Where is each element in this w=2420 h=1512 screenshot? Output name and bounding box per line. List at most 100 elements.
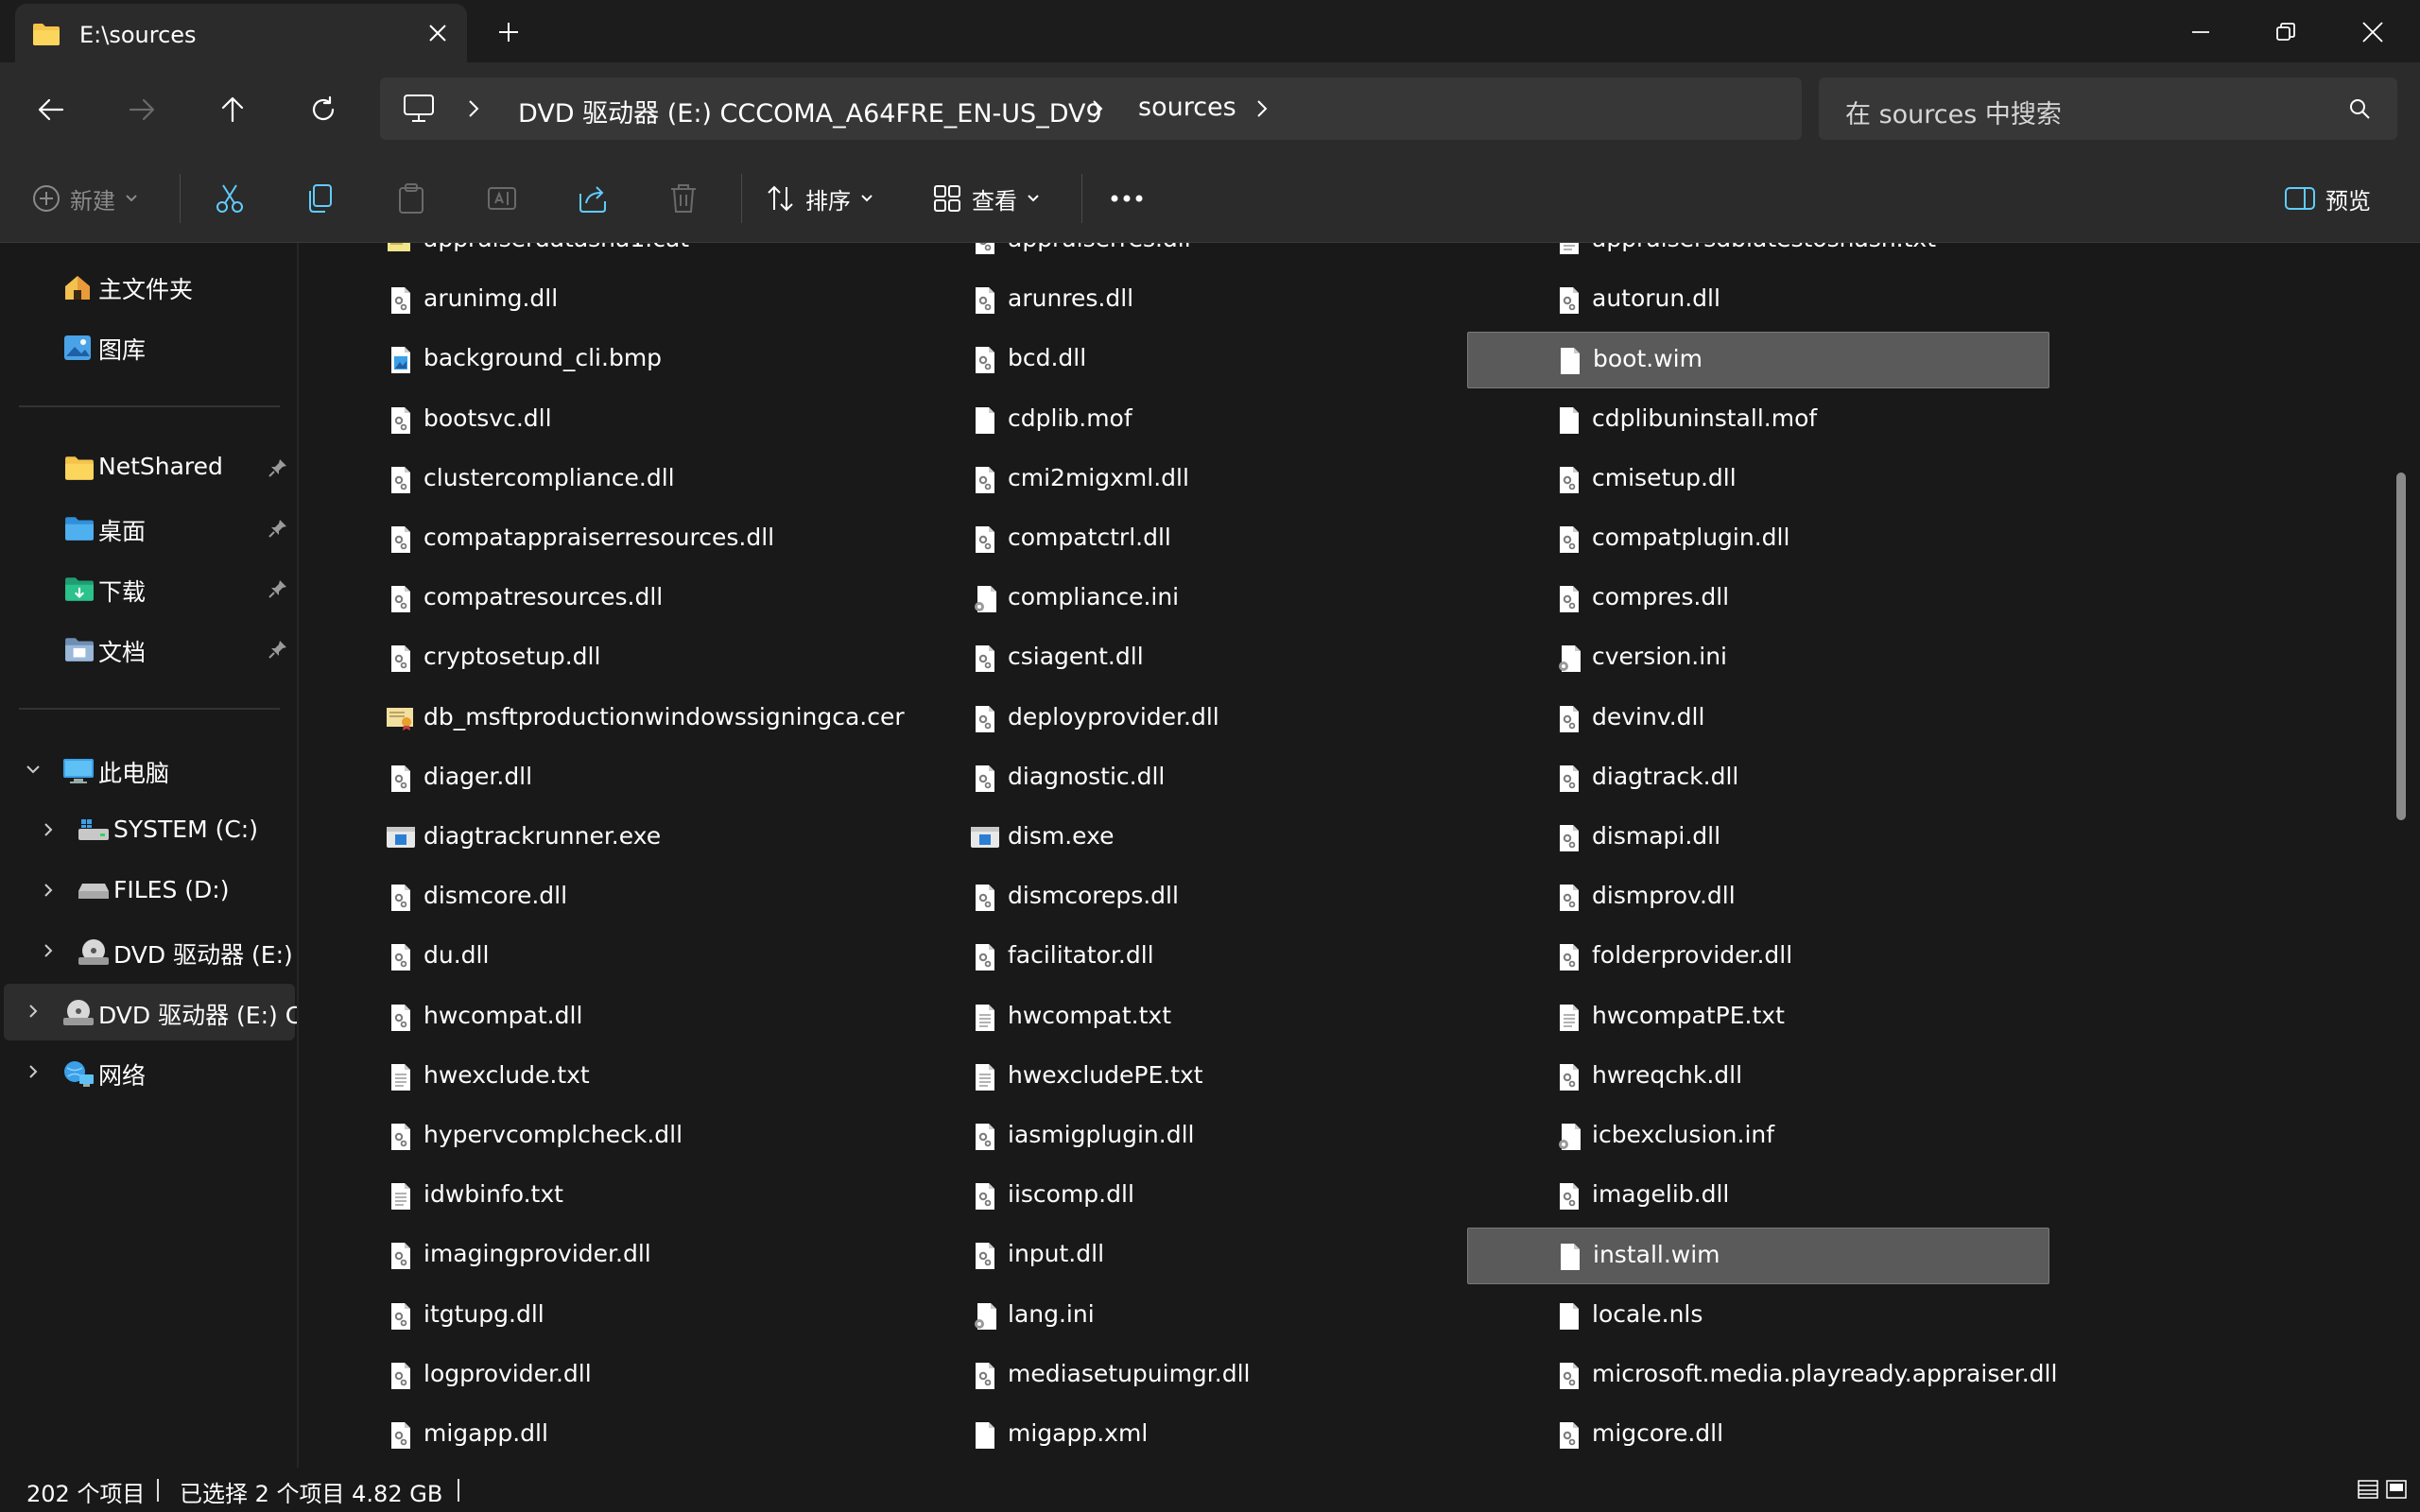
rename-button[interactable]	[486, 180, 518, 217]
file-item[interactable]: diagtrackrunner.exe	[299, 810, 881, 867]
view-button[interactable]: 查看	[932, 180, 1040, 217]
file-item[interactable]: dismcore.dll	[299, 869, 881, 926]
file-item[interactable]: diager.dll	[299, 750, 881, 807]
up-button[interactable]	[212, 89, 253, 130]
file-item[interactable]: compres.dll	[1467, 571, 2049, 627]
search-icon[interactable]	[2348, 97, 2371, 120]
file-item[interactable]: install.wim	[1467, 1228, 2049, 1284]
file-item[interactable]: dismcoreps.dll	[883, 869, 1465, 926]
back-button[interactable]	[30, 89, 72, 130]
file-item[interactable]: hypervcomplcheck.dll	[299, 1108, 881, 1165]
close-window-button[interactable]	[2344, 13, 2401, 51]
file-item[interactable]: facilitator.dll	[883, 929, 1465, 986]
pin-icon[interactable]	[268, 640, 287, 659]
breadcrumb-sources[interactable]: sources	[1138, 93, 1236, 122]
file-item[interactable]: logprovider.dll	[299, 1348, 881, 1404]
file-item[interactable]: dismapi.dll	[1467, 810, 2049, 867]
more-options-button[interactable]	[1110, 180, 1144, 217]
pin-icon[interactable]	[268, 458, 287, 477]
file-item[interactable]: iiscomp.dll	[883, 1168, 1465, 1225]
file-item[interactable]: appraiserdatasha1.cat	[299, 243, 881, 269]
file-item[interactable]: boot.wim	[1467, 332, 2049, 388]
file-item[interactable]: appraiserres.dll	[883, 243, 1465, 269]
pin-icon[interactable]	[268, 519, 287, 538]
file-item[interactable]: compatplugin.dll	[1467, 511, 2049, 568]
file-item[interactable]: dismprov.dll	[1467, 869, 2049, 926]
file-item[interactable]: imagelib.dll	[1467, 1168, 2049, 1225]
copy-button[interactable]	[304, 180, 337, 217]
file-item[interactable]: cryptosetup.dll	[299, 630, 881, 687]
file-item[interactable]: microsoft.media.playready.appraiser.dll	[1467, 1348, 2057, 1404]
chevron-right-icon[interactable]	[40, 942, 57, 959]
close-tab-icon[interactable]	[427, 23, 448, 43]
file-item[interactable]: diagtrack.dll	[1467, 750, 2049, 807]
file-item[interactable]: input.dll	[883, 1228, 1465, 1284]
file-item[interactable]: migapp.dll	[299, 1407, 881, 1464]
chevron-down-icon[interactable]	[25, 761, 42, 778]
file-item[interactable]: itgtupg.dll	[299, 1288, 881, 1345]
sidebar-item-netshared[interactable]: NetShared	[4, 439, 295, 496]
file-item[interactable]: hwexclude.txt	[299, 1049, 881, 1106]
breadcrumb-drive[interactable]: DVD 驱动器 (E:) CCCOMA_A64FRE_EN-US_DV9	[518, 93, 1102, 129]
file-item[interactable]: hwcompatPE.txt	[1467, 989, 2049, 1046]
file-item[interactable]: du.dll	[299, 929, 881, 986]
new-button[interactable]: 新建	[32, 180, 138, 217]
file-item[interactable]: bootsvc.dll	[299, 392, 881, 449]
file-item[interactable]: autorun.dll	[1467, 272, 2049, 329]
forward-button[interactable]	[121, 89, 163, 130]
file-item[interactable]: compatresources.dll	[299, 571, 881, 627]
sidebar-item-this-pc[interactable]: 此电脑	[4, 742, 295, 799]
sidebar-item-documents[interactable]: 文档	[4, 621, 295, 678]
file-item[interactable]: deployprovider.dll	[883, 691, 1465, 747]
sort-button[interactable]: 排序	[766, 180, 873, 217]
file-item[interactable]: diagnostic.dll	[883, 750, 1465, 807]
sidebar-item-dvd-root[interactable]: DVD 驱动器 (E:) CCCOMA_A64FRE_EN-US_DV9	[4, 984, 297, 1040]
refresh-button[interactable]	[302, 89, 344, 130]
file-item[interactable]: csiagent.dll	[883, 630, 1465, 687]
file-item[interactable]: hwcompat.dll	[299, 989, 881, 1046]
file-item[interactable]: folderprovider.dll	[1467, 929, 2049, 986]
file-item[interactable]: compatappraiserresources.dll	[299, 511, 881, 568]
file-item[interactable]: hwcompat.txt	[883, 989, 1465, 1046]
scrollbar-thumb[interactable]	[2396, 472, 2406, 820]
pin-icon[interactable]	[268, 579, 287, 598]
file-item[interactable]: iasmigplugin.dll	[883, 1108, 1465, 1165]
file-item[interactable]: dism.exe	[883, 810, 1465, 867]
file-item[interactable]: migcore.dll	[1467, 1407, 2049, 1464]
file-item[interactable]: bcd.dll	[883, 332, 1465, 388]
chevron-right-icon[interactable]	[40, 821, 57, 838]
file-item[interactable]: cdplibuninstall.mof	[1467, 392, 2049, 449]
file-item[interactable]: appraisersdblatestoshash.txt	[1467, 243, 2049, 269]
search-box[interactable]: 在 sources 中搜索	[1819, 77, 2397, 140]
file-item[interactable]: mediasetupuimgr.dll	[883, 1348, 1465, 1404]
sidebar-item-downloads[interactable]: 下载	[4, 560, 295, 617]
file-item[interactable]: db_msftproductionwindowssigningca.cer	[299, 691, 905, 747]
file-item[interactable]: hwreqchk.dll	[1467, 1049, 2049, 1106]
file-item[interactable]: compatctrl.dll	[883, 511, 1465, 568]
sidebar-item-desktop[interactable]: 桌面	[4, 500, 295, 557]
sidebar-item-drive-e[interactable]: DVD 驱动器 (E:) CCCOMA_A64FRE_EN-US_DV9	[4, 923, 297, 980]
file-item[interactable]: lang.ini	[883, 1288, 1465, 1345]
tab-sources[interactable]: E:\sources	[15, 4, 467, 62]
file-item[interactable]: arunres.dll	[883, 272, 1465, 329]
file-item[interactable]: icbexclusion.inf	[1467, 1108, 2049, 1165]
details-view-icon[interactable]	[2358, 1479, 2378, 1500]
new-tab-button[interactable]	[497, 21, 520, 43]
file-item[interactable]: imagingprovider.dll	[299, 1228, 881, 1284]
file-item[interactable]: cdplib.mof	[883, 392, 1465, 449]
file-item[interactable]: cmisetup.dll	[1467, 452, 2049, 508]
file-item[interactable]: locale.nls	[1467, 1288, 2049, 1345]
sidebar-item-drive-d[interactable]: FILES (D:)	[4, 863, 295, 919]
file-item[interactable]: idwbinfo.txt	[299, 1168, 881, 1225]
file-item[interactable]: cmi2migxml.dll	[883, 452, 1465, 508]
file-item[interactable]: devinv.dll	[1467, 691, 2049, 747]
file-item[interactable]: compliance.ini	[883, 571, 1465, 627]
chevron-right-icon[interactable]	[40, 882, 57, 899]
search-placeholder[interactable]: 在 sources 中搜索	[1845, 94, 2062, 130]
chevron-right-icon[interactable]	[1091, 98, 1104, 119]
file-item[interactable]: clustercompliance.dll	[299, 452, 881, 508]
paste-button[interactable]	[395, 180, 427, 217]
sidebar-item-home[interactable]: 主文件夹	[4, 258, 295, 315]
cut-button[interactable]	[214, 180, 246, 217]
minimize-button[interactable]	[2172, 13, 2229, 51]
